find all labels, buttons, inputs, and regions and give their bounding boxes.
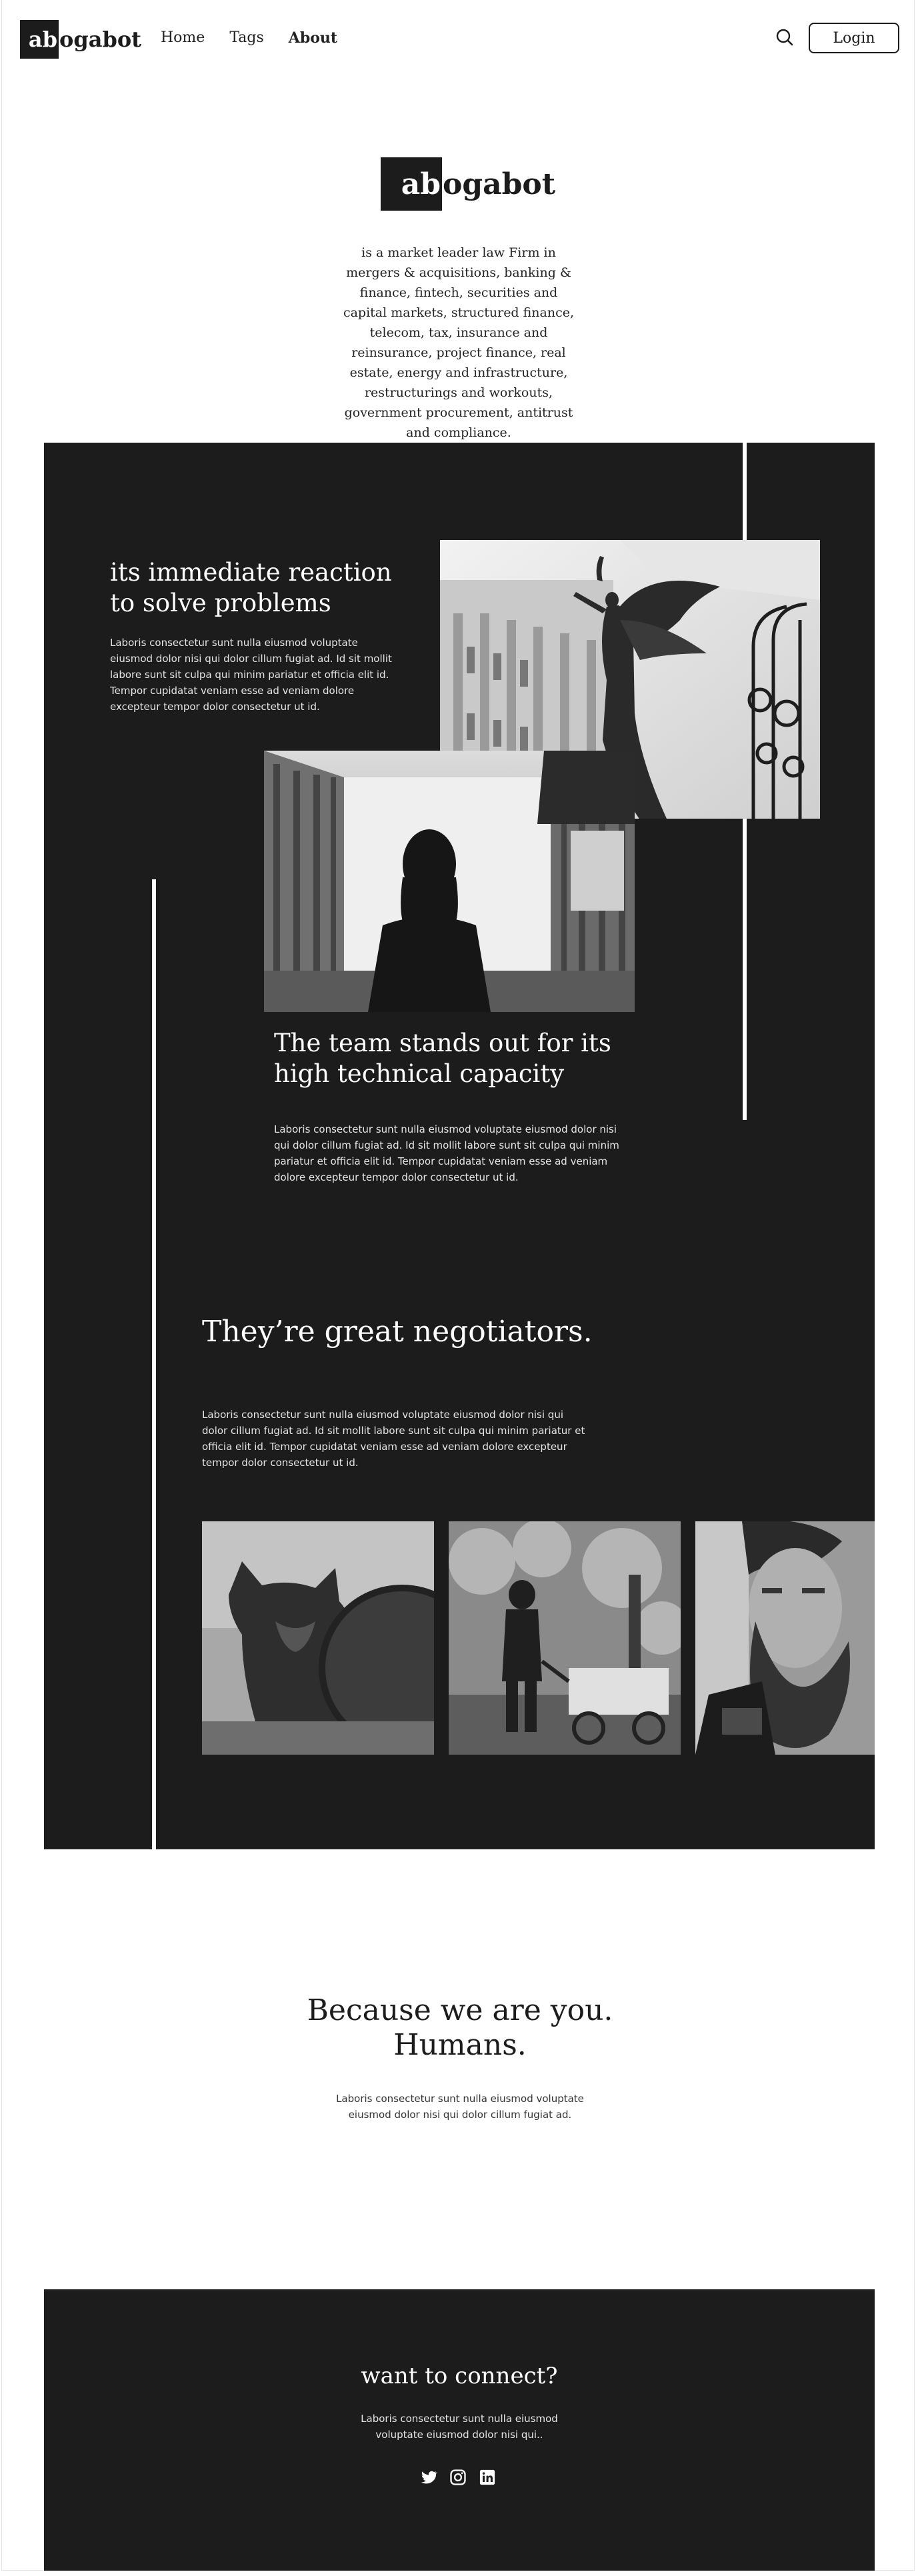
footer-title: want to connect? — [361, 2363, 558, 2389]
nav-tags[interactable]: Tags — [229, 29, 263, 47]
humans-title-line1: Because we are you. — [307, 1993, 613, 2027]
bearded-man-photo — [695, 1521, 875, 1755]
negotiators-title: They’re great negotiators. — [202, 1315, 593, 1349]
features-section: its immediate reaction to solve problems… — [44, 443, 875, 1849]
footer-text: Laboris consectetur sunt nulla eiusmod v… — [361, 2413, 558, 2441]
logo-mark: ab — [20, 20, 59, 59]
cat-photo — [202, 1521, 434, 1755]
humans-text: Laboris consectetur sunt nulla eiusmod v… — [336, 2093, 584, 2121]
header-logo[interactable]: ab ogabot — [20, 20, 141, 59]
reaction-title: its immediate reaction to solve problems — [110, 558, 392, 617]
child-wagon-photo — [449, 1521, 681, 1755]
login-button[interactable]: Login — [809, 23, 899, 53]
negotiators-text: Laboris consectetur sunt nulla eiusmod v… — [202, 1409, 585, 1469]
hero-logo-text: ogabot — [443, 167, 556, 201]
instagram-icon[interactable] — [449, 2468, 467, 2487]
hero-logo-mark: ab — [381, 157, 442, 211]
hero-description: is a market leader law Firm in mergers &… — [343, 245, 575, 440]
twitter-icon[interactable] — [419, 2468, 438, 2487]
main-nav: Home Tags About — [161, 29, 337, 47]
reaction-text: Laboris consectetur sunt nulla eiusmod v… — [110, 637, 392, 713]
humans-title-line2: Humans. — [393, 2028, 527, 2062]
page: ab ogabot Home Tags About Login ab ogabo… — [1, 0, 915, 2571]
nav-home[interactable]: Home — [161, 29, 205, 47]
search-icon[interactable] — [774, 27, 795, 48]
social-links — [419, 2468, 497, 2487]
hero-logo: ab ogabot — [381, 157, 555, 211]
divider-line-left — [152, 879, 156, 1849]
linkedin-icon[interactable] — [478, 2468, 497, 2487]
footer: want to connect? Laboris consectetur sun… — [44, 2289, 875, 2571]
logo-text: ogabot — [59, 27, 141, 52]
nav-about[interactable]: About — [289, 29, 337, 47]
team-title: The team stands out for its high technic… — [274, 1029, 611, 1088]
team-text: Laboris consectetur sunt nulla eiusmod v… — [274, 1123, 619, 1183]
humans-title: Because we are you. Humans. — [260, 1993, 660, 2063]
person-hall-photo — [264, 751, 635, 1012]
